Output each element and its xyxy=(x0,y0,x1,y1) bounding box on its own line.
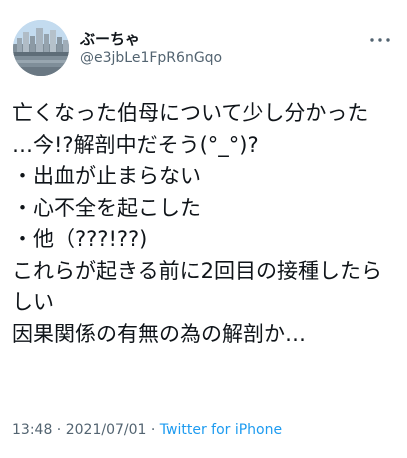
avatar[interactable] xyxy=(13,20,69,76)
meta-separator: · xyxy=(52,422,66,438)
tweet-text: 亡くなった伯母について少し分かった …今!?解剖中だそう(°_°)? ・出血が止… xyxy=(12,101,382,346)
more-horizontal-icon[interactable] xyxy=(369,30,391,42)
user-handle[interactable]: @e3jbLe1FpR6nGqo xyxy=(80,50,222,66)
tweet-source-link[interactable]: Twitter for iPhone xyxy=(160,422,282,438)
tweet-card: ぶーちゃ @e3jbLe1FpR6nGqo 亡くなった伯母について少し分かった … xyxy=(0,0,407,458)
display-name[interactable]: ぶーちゃ xyxy=(80,28,140,49)
tweet-metadata: 13:48 · 2021/07/01 · Twitter for iPhone xyxy=(12,422,282,438)
city-skyline-avatar-icon xyxy=(13,20,69,76)
tweet-time[interactable]: 13:48 xyxy=(12,422,52,438)
tweet-date[interactable]: 2021/07/01 xyxy=(66,422,147,438)
meta-separator: · xyxy=(146,422,160,438)
